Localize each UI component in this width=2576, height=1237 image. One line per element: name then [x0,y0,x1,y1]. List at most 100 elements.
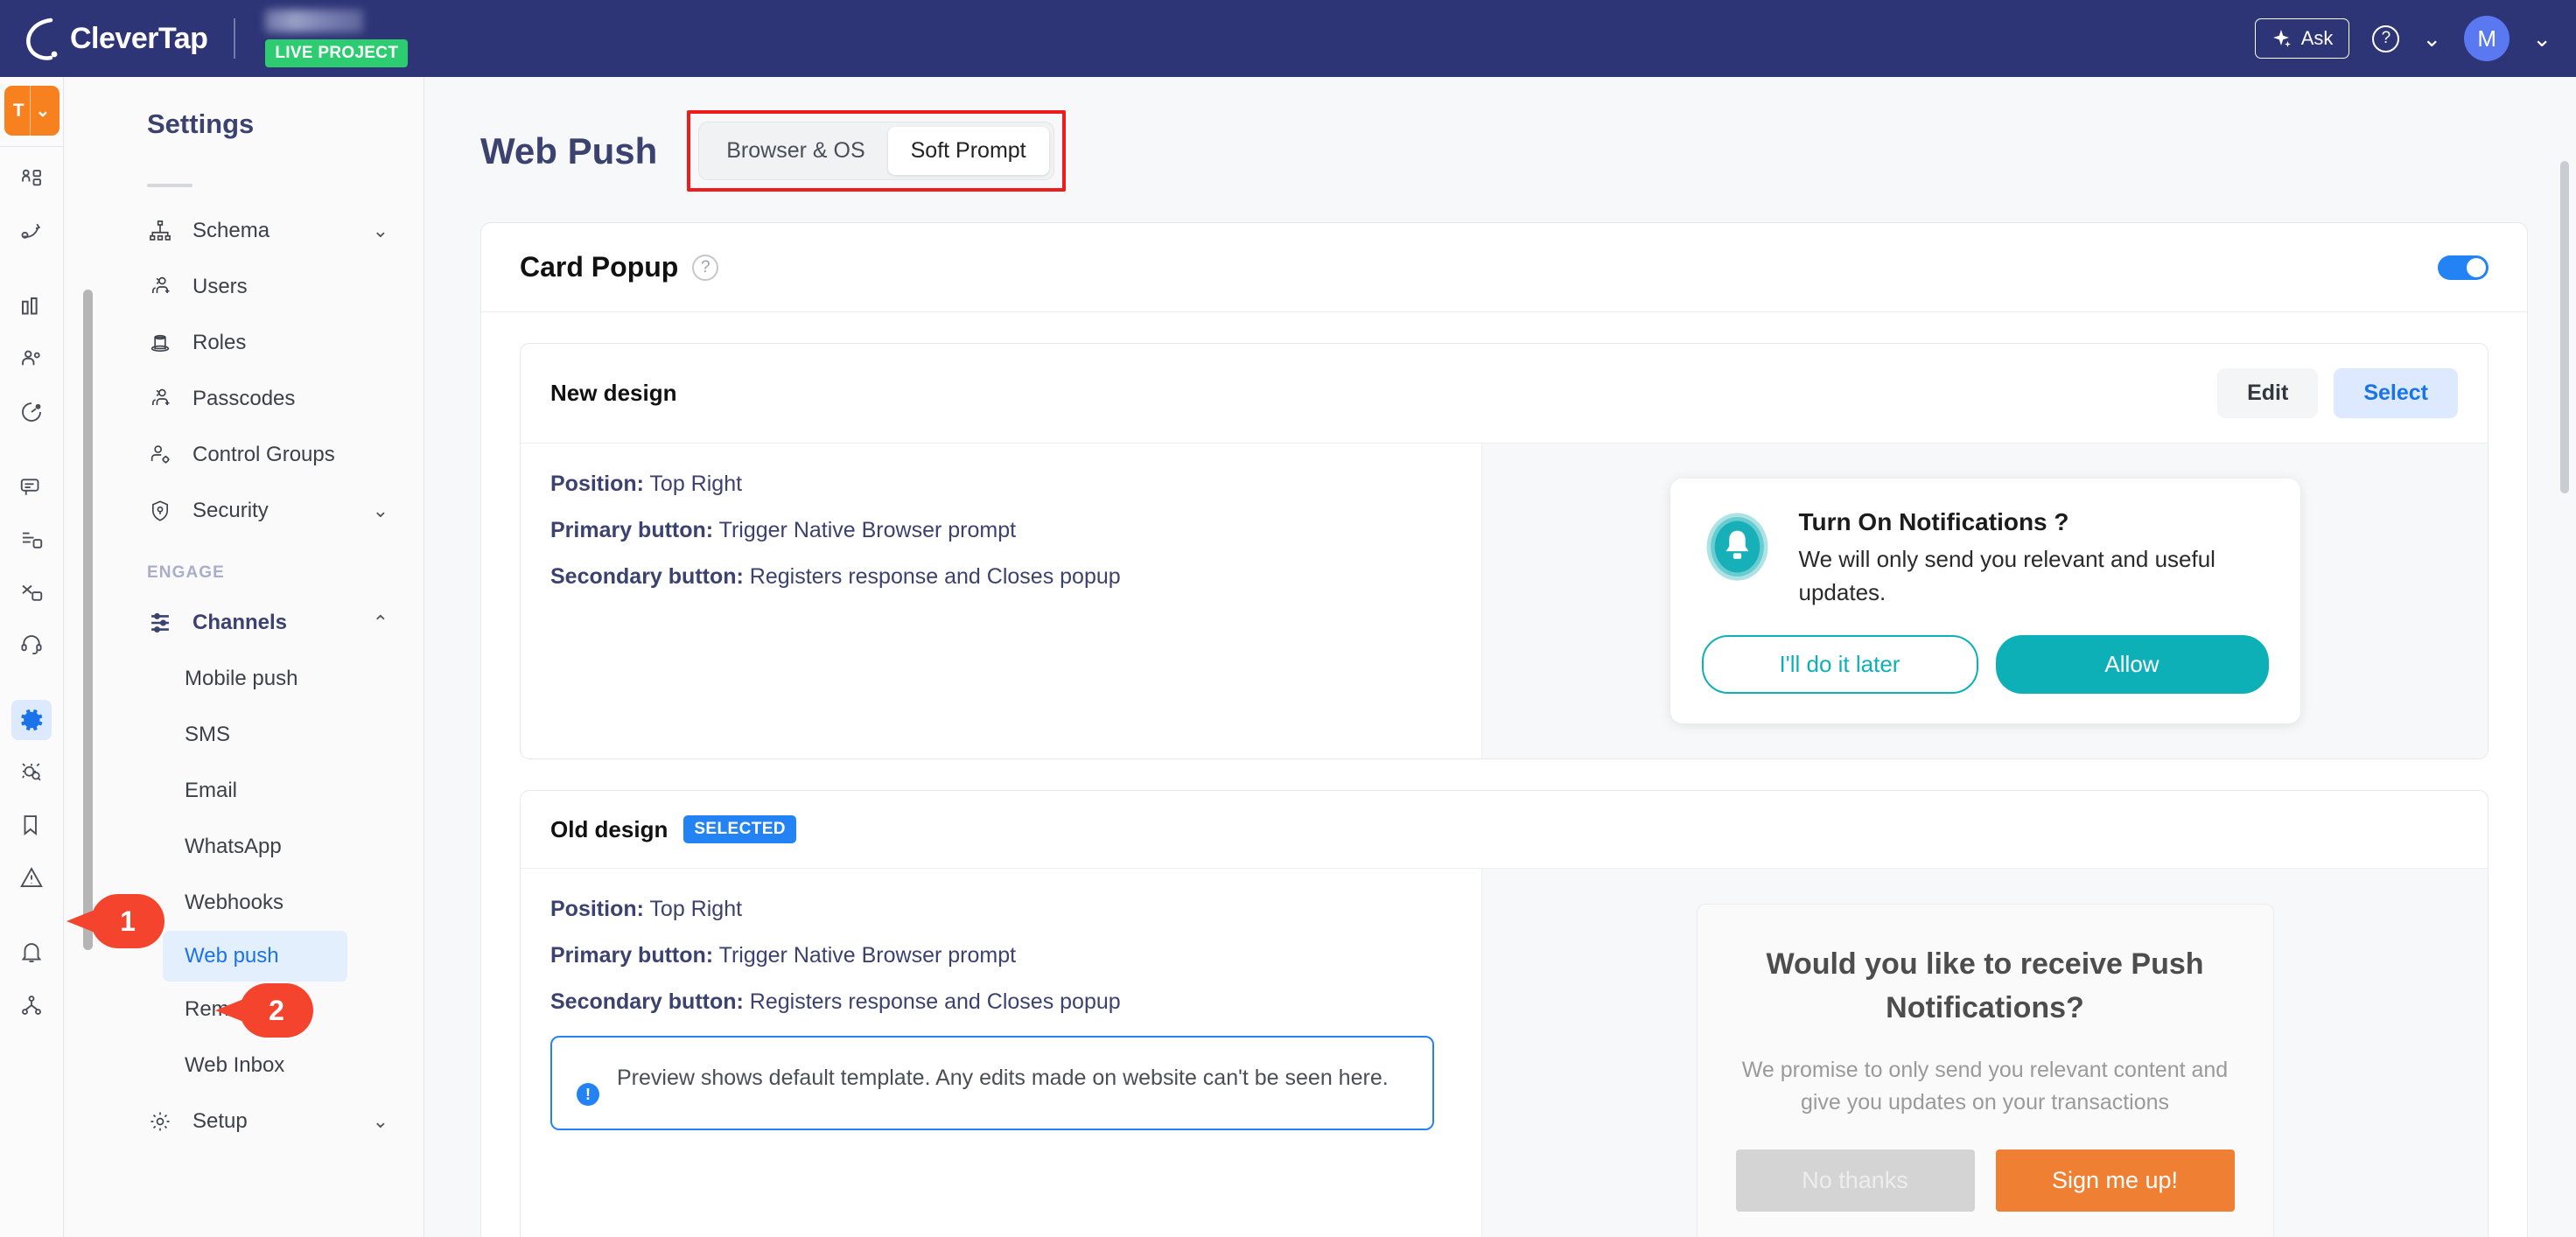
help-icon[interactable]: ? [2372,24,2400,52]
sidebar-item-passcodes[interactable]: Passcodes [64,371,424,427]
ask-button[interactable]: Ask [2254,18,2350,59]
journeys-icon[interactable] [11,212,52,252]
chevron-down-icon: ⌄ [372,500,388,521]
soft-prompt-preview-new: Turn On Notifications ? We will only sen… [1670,479,2300,724]
select-button[interactable]: Select [2334,368,2458,418]
sidebar-scroll-area: Schema ⌄ Users Roles Passcodes Control G… [64,180,424,1237]
bell-icon [1706,513,1768,581]
sidebar-item-channels[interactable]: Channels ⌃ [64,595,424,651]
sidebar-item-control-groups[interactable]: Control Groups [64,427,424,483]
main-content: Web Push Browser & OS Soft Prompt Card P… [424,77,2576,1237]
page-title: Web Push [480,129,658,171]
support-icon[interactable] [11,625,52,665]
help-chevron-down-icon[interactable]: ⌄ [2422,27,2441,50]
info-line-secondary-button: Secondary button: Registers response and… [550,989,1452,1015]
sidebar-scrollbar[interactable] [83,290,93,950]
design-info: Position: Top Right Primary button: Trig… [521,444,1481,758]
sidebar-item-users[interactable]: Users [64,259,424,315]
project-selector[interactable]: LIVE PROJECT [265,10,409,67]
sidebar-item-label: Setup [192,1109,248,1133]
ab-test-icon[interactable] [11,392,52,432]
segments-icon[interactable] [11,339,52,380]
info-line-secondary-button: Secondary button: Registers response and… [550,564,1452,590]
passcodes-icon [147,386,173,412]
sidebar-item-web-push[interactable]: Web push [163,931,347,982]
info-label: Position: [550,472,644,496]
rail-icon-list [0,147,63,1025]
project-name-redacted [265,10,364,32]
prompt-heading: Turn On Notifications ? [1798,508,2069,535]
info-value: Top Right [643,472,743,496]
card-popup-panel: Card Popup ? New design Edit Select Posi… [480,222,2528,1237]
sidebar-item-label: Roles [192,331,247,354]
project-chevron-down-icon: ⌄ [35,101,51,121]
no-thanks-button[interactable]: No thanks [1735,1149,1975,1212]
allow-button[interactable]: Allow [1995,635,2269,695]
design-card-body: Position: Top Right Primary button: Trig… [521,869,2488,1237]
roles-hat-icon [147,330,173,356]
design-preview-old: Would you like to receive Push Notificat… [1481,869,2488,1237]
settings-gear-icon[interactable] [11,700,52,740]
prompt-buttons: I'll do it later Allow [1701,635,2269,695]
design-card-header: New design Edit Select [521,344,2488,444]
icon-rail: T ⌄ [0,77,64,1237]
sidebar-item-label: Channels [192,611,288,634]
design-info: Position: Top Right Primary button: Trig… [521,869,1481,1237]
info-label: Secondary button: [550,989,744,1015]
sidebar-item-label: Schema [192,219,270,242]
sidebar-item-security[interactable]: Security ⌄ [64,483,424,539]
design-card-old: Old design SELECTED Position: Top Right … [520,790,2488,1237]
chevron-up-icon: ⌃ [372,612,388,633]
sidebar-item-mobile-push[interactable]: Mobile push [64,651,424,707]
sidebar-item-whatsapp[interactable]: WhatsApp [64,819,424,875]
campaigns-icon[interactable] [11,520,52,560]
integrations-icon[interactable] [11,985,52,1025]
sign-me-up-button[interactable]: Sign me up! [1995,1149,2235,1212]
prompt-heading: Would you like to receive Push Notificat… [1766,947,2204,1024]
sidebar-item-label: Passcodes [192,387,296,410]
tab-soft-prompt[interactable]: Soft Prompt [887,127,1049,175]
clevertap-logo[interactable]: CleverTap [24,16,208,61]
page-header: Web Push Browser & OS Soft Prompt [424,77,2576,192]
sidebar-item-web-inbox[interactable]: Web Inbox [64,1038,424,1094]
info-line-position: Position: Top Right [550,472,1452,497]
tab-switcher-annotation-box: Browser & OS Soft Prompt [687,110,1066,192]
sidebar-item-email[interactable]: Email [64,763,424,819]
ill-do-it-later-button[interactable]: I'll do it later [1701,635,1978,695]
bookmark-icon[interactable] [11,805,52,845]
edit-button[interactable]: Edit [2217,368,2319,418]
audiences-icon[interactable] [11,159,52,199]
sidebar-item-label: Control Groups [192,443,335,466]
info-line-primary-button: Primary button: Trigger Native Browser p… [550,943,1452,968]
notifications-bell-icon[interactable] [11,933,52,973]
design-name: Old design [550,815,668,842]
prompt-body: We will only send you relevant and usefu… [1798,546,2216,605]
debug-icon[interactable] [11,752,52,793]
annotation-marker-1: 1 [66,894,164,948]
info-line-primary-button: Primary button: Trigger Native Browser p… [550,518,1452,543]
chevron-down-icon: ⌄ [372,220,388,241]
preview-info-callout: ! Preview shows default template. Any ed… [550,1036,1434,1131]
page-scrollbar[interactable] [2560,161,2569,493]
annotation-marker-2: 2 [215,983,313,1038]
analytics-icon[interactable] [11,287,52,327]
messages-icon[interactable] [11,467,52,507]
sidebar-item-schema[interactable]: Schema ⌄ [64,203,424,259]
sidebar-section-engage: ENGAGE [147,563,225,582]
design-card-header: Old design SELECTED [521,791,2488,870]
avatar[interactable]: M [2464,16,2510,61]
sidebar-item-sms[interactable]: SMS [64,707,424,763]
info-value: Registers response and Closes popup [743,564,1121,589]
exports-icon[interactable] [11,572,52,612]
tab-switcher: Browser & OS Soft Prompt [698,122,1054,180]
sidebar-item-setup[interactable]: Setup ⌄ [64,1094,424,1150]
sidebar-item-roles[interactable]: Roles [64,315,424,371]
project-switcher-button[interactable]: T ⌄ [4,86,60,136]
account-chevron-down-icon[interactable]: ⌄ [2532,27,2552,50]
design-preview-new: Turn On Notifications ? We will only sen… [1481,444,2488,759]
alerts-warning-icon[interactable] [11,857,52,898]
sidebar-scroll-fade [147,184,192,187]
tab-browser-os[interactable]: Browser & OS [704,127,887,175]
card-popup-toggle[interactable] [2438,255,2488,280]
question-mark-icon[interactable]: ? [692,254,719,281]
